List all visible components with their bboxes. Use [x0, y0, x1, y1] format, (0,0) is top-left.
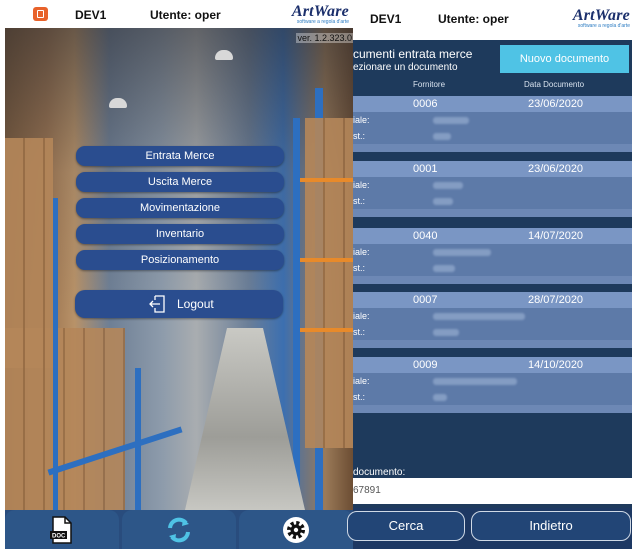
- main-menu: Entrata Merce Uscita Merce Movimentazion…: [75, 146, 285, 276]
- redacted-text: [433, 249, 491, 256]
- row-label-1: iale:: [353, 180, 370, 190]
- app-icon: [33, 7, 48, 21]
- column-header-supplier: Fornitore: [413, 80, 446, 89]
- doc-date: 14/07/2020: [528, 230, 584, 242]
- redacted-text: [433, 394, 447, 401]
- logo-tagline: software a regola d'arte: [577, 23, 630, 29]
- page-subtitle: ezionare un documento: [353, 62, 458, 73]
- redacted-text: [433, 265, 455, 272]
- status-header: DEV1 Utente: oper ArtWare software a reg…: [5, 0, 353, 28]
- doc-number: 0001: [413, 163, 438, 175]
- logout-icon: [149, 295, 165, 313]
- tab-sync[interactable]: [122, 510, 236, 549]
- row-label-2: st.:: [353, 327, 366, 337]
- bottom-actions: Cerca Indietro: [347, 508, 632, 549]
- document-field-label: documento:: [353, 467, 406, 478]
- tab-settings[interactable]: [239, 510, 353, 549]
- document-number-input[interactable]: 67891: [353, 478, 632, 504]
- page-title: cumenti entrata merce ezionare un docume…: [353, 48, 503, 74]
- redacted-text: [433, 133, 451, 140]
- row-label-1: iale:: [353, 115, 370, 125]
- bottom-tab-bar: DOC: [5, 510, 353, 549]
- back-button[interactable]: Indietro: [471, 511, 631, 541]
- inventario-button[interactable]: Inventario: [76, 224, 284, 244]
- row-label-2: st.:: [353, 131, 366, 141]
- doc-date: 14/10/2020: [528, 359, 584, 371]
- doc-number: 0007: [413, 294, 438, 306]
- doc-file-icon: DOC: [50, 515, 72, 544]
- user-name: Utente: oper: [438, 12, 509, 26]
- doc-date: 23/06/2020: [528, 98, 584, 110]
- list-item[interactable]: 0040 14/07/2020 iale: st.:: [353, 228, 632, 284]
- artware-logo: ArtWare software a regola d'arte: [291, 3, 349, 26]
- sync-icon: [168, 517, 190, 542]
- logo-text: ArtWare: [291, 3, 349, 20]
- doc-date: 28/07/2020: [528, 294, 584, 306]
- row-label-2: st.:: [353, 263, 366, 273]
- row-label-2: st.:: [353, 196, 366, 206]
- new-document-button[interactable]: Nuovo documento: [500, 45, 629, 73]
- logout-button[interactable]: Logout: [75, 290, 283, 318]
- search-button[interactable]: Cerca: [347, 511, 465, 541]
- logout-label: Logout: [177, 297, 214, 311]
- main-menu-screen: DEV1 Utente: oper ArtWare software a reg…: [5, 0, 353, 549]
- list-item[interactable]: 0001 23/06/2020 iale: st.:: [353, 161, 632, 217]
- posizionamento-button[interactable]: Posizionamento: [76, 250, 284, 270]
- device-name: DEV1: [75, 8, 107, 22]
- artware-logo: ArtWare software a regola d'arte: [572, 7, 630, 30]
- column-header-date: Data Documento: [524, 80, 585, 89]
- row-label-1: iale:: [353, 311, 370, 321]
- uscita-merce-button[interactable]: Uscita Merce: [76, 172, 284, 192]
- version-label: ver. 1.2.323.0: [296, 33, 353, 43]
- redacted-text: [433, 378, 517, 385]
- doc-number: 0040: [413, 230, 438, 242]
- redacted-text: [433, 198, 453, 205]
- logo-tagline: software a regola d'arte: [296, 19, 349, 25]
- redacted-text: [433, 117, 469, 124]
- page-title-line1: cumenti entrata merce: [353, 47, 473, 61]
- row-label-2: st.:: [353, 392, 366, 402]
- doc-number: 0006: [413, 98, 438, 110]
- row-label-1: iale:: [353, 376, 370, 386]
- row-label-1: iale:: [353, 247, 370, 257]
- documents-screen: DEV1 Utente: oper ArtWare software a reg…: [347, 0, 632, 549]
- doc-date: 23/06/2020: [528, 163, 584, 175]
- doc-number: 0009: [413, 359, 438, 371]
- tab-documents[interactable]: DOC: [5, 510, 119, 549]
- status-header-2: DEV1 Utente: oper ArtWare software a reg…: [353, 0, 632, 40]
- gear-icon: [283, 516, 309, 543]
- logo-text: ArtWare: [572, 7, 630, 24]
- list-item[interactable]: 0006 23/06/2020 iale: st.:: [353, 96, 632, 152]
- list-item[interactable]: 0007 28/07/2020 iale: st.:: [353, 292, 632, 348]
- entrata-merce-button[interactable]: Entrata Merce: [76, 146, 284, 166]
- doc-icon-text: DOC: [52, 533, 66, 539]
- user-name: Utente: oper: [150, 8, 221, 22]
- device-name: DEV1: [370, 12, 402, 26]
- redacted-text: [433, 313, 525, 320]
- redacted-text: [433, 182, 463, 189]
- list-item[interactable]: 0009 14/10/2020 iale: st.:: [353, 357, 632, 413]
- redacted-text: [433, 329, 459, 336]
- movimentazione-button[interactable]: Movimentazione: [76, 198, 284, 218]
